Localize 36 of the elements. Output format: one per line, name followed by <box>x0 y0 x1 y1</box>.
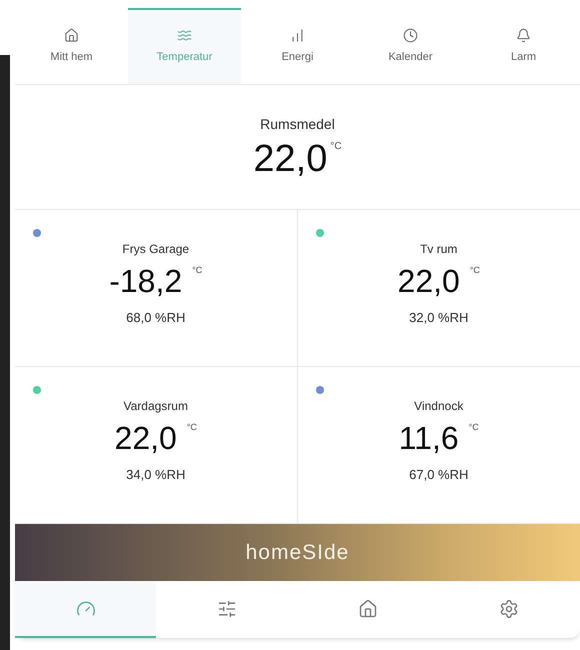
nav-tab[interactable]: Energi <box>241 8 354 84</box>
logo: homeSIde <box>246 540 350 566</box>
unit-label: °C <box>192 264 202 277</box>
clock-icon <box>403 28 418 44</box>
sensor-temperature: 11,6 <box>398 419 459 457</box>
sensor-name: Vindnock <box>414 398 464 415</box>
sensor-name: Frys Garage <box>122 241 190 258</box>
humidity-reading: 34,0 %RH <box>126 466 186 484</box>
unit-label: °C <box>330 140 342 154</box>
sensor-temperature: 22,0 <box>114 419 177 457</box>
house-icon <box>64 28 79 44</box>
nav-tab[interactable]: Kalender <box>354 8 467 84</box>
nav-tab[interactable] <box>15 581 156 638</box>
unit-label: °C <box>186 421 197 434</box>
nav-tab[interactable]: Larm <box>467 8 580 84</box>
nav-tab[interactable]: Mitt hem <box>15 8 128 84</box>
sensor-temperature: 22,0 <box>398 262 460 300</box>
sensor-card[interactable]: Tv rum 22,0 °C 32,0 %RH <box>298 210 580 367</box>
settings-icon <box>499 598 520 618</box>
sensor-name: Tv rum <box>420 241 458 258</box>
bell-icon <box>516 28 531 44</box>
humidity-reading: 67,0 %RH <box>409 466 468 484</box>
house-icon <box>358 598 378 618</box>
humidity-reading: 32,0 %RH <box>409 309 468 327</box>
sliders-icon <box>216 598 237 618</box>
unit-label: °C <box>468 421 479 434</box>
bar-chart-icon <box>290 28 305 44</box>
sensor-name: Vardagsrum <box>124 398 188 415</box>
waves-icon <box>177 28 192 44</box>
humidity-reading: 68,0 %RH <box>126 309 186 327</box>
summary-temperature: 22,0 <box>253 136 328 180</box>
sensor-card[interactable]: Frys Garage -18,2 °C 68,0 %RH <box>15 210 298 367</box>
unit-label: °C <box>470 264 480 277</box>
summary-label: Rumsmedel <box>260 114 335 134</box>
gauge-icon <box>76 598 96 618</box>
sensor-temperature: -18,2 <box>109 262 182 300</box>
